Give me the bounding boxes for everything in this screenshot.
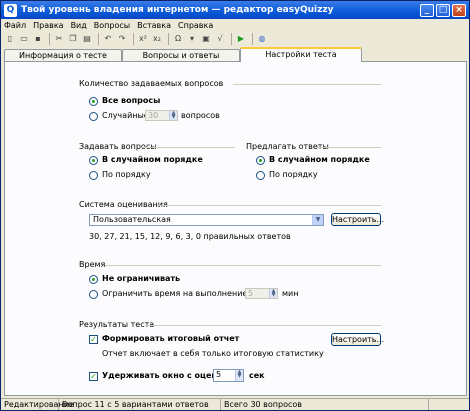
toolbar-separator (252, 32, 253, 45)
ask-in-order-radio[interactable] (89, 171, 98, 180)
report-configure-button[interactable]: Настроить... (331, 333, 384, 346)
menu-bar: Файл Правка Вид Вопросы Вставка Справка (1, 19, 469, 31)
paste-icon[interactable]: ▤ (81, 33, 93, 45)
time-limit-stepper[interactable]: 5 ▲ ▼ (245, 288, 278, 299)
image-icon[interactable]: ▣ (200, 33, 212, 45)
report-checkbox[interactable]: ✓ (89, 335, 98, 344)
open-folder-icon[interactable]: ▭ (18, 33, 30, 45)
resize-grip-icon[interactable] (429, 399, 467, 410)
random-questions-label: Случайные (102, 111, 149, 120)
offer-in-order-radio[interactable] (256, 171, 265, 180)
hold-window-checkbox[interactable]: ✓ (89, 372, 98, 381)
random-count-stepper[interactable]: 30 ▲ ▼ (145, 110, 178, 121)
app-icon: Q (4, 3, 17, 17)
stepper-arrows-icon[interactable]: ▲ ▼ (269, 289, 277, 298)
ask-random-order-radio[interactable] (89, 156, 98, 165)
status-total: Всего 30 вопросов (221, 399, 429, 410)
subscript-icon[interactable]: x₂ (151, 33, 163, 45)
tab-questions-answers[interactable]: Вопросы и ответы (122, 49, 240, 61)
hold-seconds-suffix: сек (249, 371, 265, 380)
grading-configure-button[interactable]: Настроить... (331, 213, 384, 226)
group-divider (233, 84, 381, 85)
grading-system-value: Пользовательская (93, 215, 171, 224)
group-divider (105, 265, 381, 266)
ask-random-order-label: В случайном порядке (102, 155, 203, 164)
maximize-button[interactable]: □ (436, 3, 450, 17)
toolbar-separator (49, 32, 50, 45)
app-window: Q Твой уровень владения интернетом — ред… (0, 0, 470, 411)
status-bar: Редактирование Вопрос 11 с 5 вариантами … (1, 398, 469, 410)
superscript-icon[interactable]: x² (137, 33, 149, 45)
time-limit-radio[interactable] (89, 290, 98, 299)
offer-random-order-label: В случайном порядке (269, 155, 370, 164)
close-button[interactable]: × (452, 3, 466, 17)
grading-system-select[interactable]: Пользовательская ▼ (89, 214, 324, 226)
hold-seconds-stepper[interactable]: 5 ▲ ▼ (213, 369, 244, 382)
menu-help[interactable]: Справка (178, 21, 213, 30)
menu-file[interactable]: Файл (4, 21, 26, 30)
settings-panel: Количество задаваемых вопросов Все вопро… (4, 61, 467, 396)
formula-icon[interactable]: √ (214, 33, 226, 45)
new-file-icon[interactable]: ▯ (4, 33, 16, 45)
group-divider (141, 147, 235, 148)
offer-in-order-label: По порядку (269, 170, 318, 179)
grading-thresholds: 30, 27, 21, 15, 12, 9, 6, 3, 0 правильны… (89, 232, 291, 241)
menu-view[interactable]: Вид (71, 21, 87, 30)
cut-icon[interactable]: ✂ (53, 33, 65, 45)
copy-icon[interactable]: ❐ (67, 33, 79, 45)
undo-icon[interactable]: ↶ (102, 33, 114, 45)
toolbar-separator (98, 32, 99, 45)
toolbar-separator (231, 32, 232, 45)
save-icon[interactable]: ▪ (32, 33, 44, 45)
time-limit-suffix: мин (282, 289, 299, 298)
globe-icon[interactable]: ◍ (256, 33, 268, 45)
run-test-icon[interactable]: ▶ (235, 33, 247, 45)
toolbar: ▯ ▭ ▪ ✂ ❐ ▤ ↶ ↷ x² x₂ Ω ▾ ▣ √ ▶ ◍ (1, 31, 469, 46)
results-heading: Результаты теста (79, 320, 155, 329)
tab-strip: Информация о тесте Вопросы и ответы Наст… (4, 47, 468, 62)
tab-test-settings[interactable]: Настройки теста (240, 47, 362, 62)
stepper-arrows-icon[interactable]: ▲ ▼ (169, 111, 177, 120)
window-title: Твой уровень владения интернетом — редак… (21, 5, 334, 15)
time-unlimited-label: Не ограничивать (102, 274, 181, 283)
report-description: Отчет включает в себя только итоговую ст… (102, 349, 324, 358)
toolbar-separator (133, 32, 134, 45)
title-bar: Q Твой уровень владения интернетом — ред… (1, 1, 469, 19)
tab-test-info[interactable]: Информация о тесте (4, 49, 122, 61)
symbol-icon[interactable]: Ω (172, 33, 184, 45)
time-unlimited-radio[interactable] (89, 275, 98, 284)
chevron-down-icon[interactable]: ▼ (312, 215, 323, 225)
dropdown-arrow-icon[interactable]: ▾ (186, 33, 198, 45)
redo-icon[interactable]: ↷ (116, 33, 128, 45)
report-label: Формировать итоговый отчет (102, 334, 240, 343)
grading-heading: Система оценивания (79, 200, 168, 209)
all-questions-radio[interactable] (89, 97, 98, 106)
group-divider (145, 325, 381, 326)
time-limit-value: 5 (248, 289, 254, 298)
toolbar-separator (168, 32, 169, 45)
hold-seconds-value: 5 (216, 370, 222, 379)
menu-insert[interactable]: Вставка (137, 21, 171, 30)
minimize-button[interactable]: _ (420, 3, 434, 17)
all-questions-label: Все вопросы (102, 96, 161, 105)
offer-random-order-radio[interactable] (256, 156, 265, 165)
stepper-arrows-icon[interactable]: ▲ ▼ (235, 370, 243, 381)
status-mode: Редактирование (1, 399, 74, 410)
random-questions-radio[interactable] (89, 112, 98, 121)
group-divider (157, 205, 381, 206)
random-questions-suffix: вопросов (181, 111, 220, 120)
menu-questions[interactable]: Вопросы (94, 21, 130, 30)
random-count-value: 30 (148, 111, 159, 120)
ask-in-order-label: По порядку (102, 170, 151, 179)
time-heading: Время (79, 260, 106, 269)
menu-edit[interactable]: Правка (33, 21, 63, 30)
group-divider (317, 147, 381, 148)
questions-count-heading: Количество задаваемых вопросов (79, 79, 224, 88)
status-question: Вопрос 11 с 5 вариантами ответов (59, 399, 221, 410)
